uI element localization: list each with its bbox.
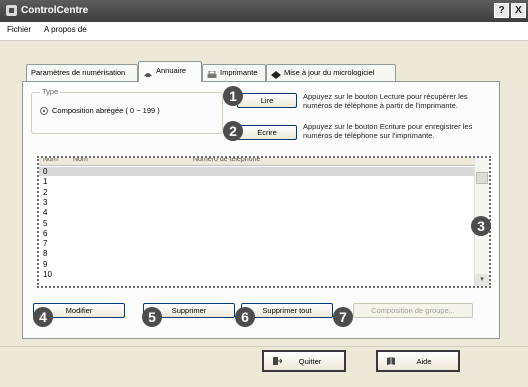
tab-printer[interactable]: Imprimante (202, 64, 266, 81)
quit-label: Quitter (298, 357, 322, 366)
type-group: Type Composition abrégée ( 0 ~ 199 ) (31, 87, 223, 134)
list-item[interactable]: 7 (39, 239, 477, 248)
callout-1: 1 (223, 86, 243, 106)
menu-file[interactable]: Fichier (7, 25, 31, 34)
type-legend: Type (40, 87, 61, 96)
speed-dial-radio[interactable] (40, 107, 48, 115)
menu-bar: Fichier A propos de (0, 22, 528, 41)
footer-separator (0, 346, 528, 347)
list-header: Num Nom Numéro de téléphone (39, 158, 477, 166)
callout-4: 4 (33, 307, 53, 327)
column-name[interactable]: Nom (73, 158, 88, 163)
help-footer-button[interactable]: Aide (376, 350, 460, 372)
column-phone[interactable]: Numéro de téléphone (193, 158, 260, 163)
callout-6: 6 (235, 307, 255, 327)
tab-label: Annuaire (156, 66, 187, 75)
column-num[interactable]: Num (43, 158, 58, 163)
close-button[interactable]: X (511, 3, 526, 18)
list-item[interactable]: 0 (39, 167, 477, 176)
tab-scan-settings[interactable]: Paramètres de numérisation (26, 64, 138, 81)
read-description: Appuyez sur le bouton Lecture pour récup… (303, 92, 468, 110)
help-button[interactable]: ? (494, 3, 509, 18)
callout-3: 3 (471, 216, 491, 236)
speed-dial-label: Composition abrégée ( 0 ~ 199 ) (52, 106, 160, 115)
window-title: ControlCentre (21, 5, 89, 16)
callout-7: 7 (333, 307, 353, 327)
list-item[interactable]: 1 (39, 177, 477, 186)
phonebook-icon (143, 67, 153, 78)
write-button[interactable]: Ecrire (237, 125, 297, 140)
read-button[interactable]: Lire (237, 93, 297, 108)
list-item[interactable]: 8 (39, 249, 477, 258)
tab-label: Paramètres de numérisation (31, 68, 126, 77)
tab-label: Imprimante (220, 68, 258, 77)
write-description: Appuyez sur le bouton Ecriture pour enre… (303, 122, 473, 140)
callout-5: 5 (142, 307, 162, 327)
phonebook-list[interactable]: Num Nom Numéro de téléphone 0 1 2 3 4 5 6 7 8 9 10… (37, 156, 491, 288)
scrollbar-thumb[interactable] (476, 172, 488, 184)
list-item[interactable]: 5 (39, 219, 477, 228)
tab-firmware[interactable]: Mise à jour du micrologiciel (266, 64, 396, 81)
help-label: Aide (416, 357, 432, 366)
list-item[interactable]: 9 (39, 260, 477, 269)
list-item[interactable]: 2 (39, 188, 477, 197)
firmware-icon (271, 69, 281, 80)
menu-about[interactable]: A propos de (44, 25, 87, 34)
callout-2: 2 (223, 121, 243, 141)
group-dial-button: Composition de groupe... (353, 303, 473, 318)
app-icon (6, 5, 17, 16)
list-item[interactable]: 4 (39, 208, 477, 217)
scroll-down-arrow-icon[interactable]: ▾ (475, 274, 489, 286)
phonebook-panel: Type Composition abrégée ( 0 ~ 199 ) Lir… (22, 81, 500, 339)
list-item[interactable]: 10 (39, 270, 477, 279)
tab-phonebook[interactable]: Annuaire (138, 61, 202, 82)
list-item[interactable]: 6 (39, 229, 477, 238)
title-bar: ControlCentre ? X (0, 0, 528, 22)
list-item[interactable]: 3 (39, 198, 477, 207)
quit-button[interactable]: Quitter (262, 350, 346, 372)
printer-icon (207, 69, 217, 79)
tab-label: Mise à jour du micrologiciel (284, 68, 375, 77)
